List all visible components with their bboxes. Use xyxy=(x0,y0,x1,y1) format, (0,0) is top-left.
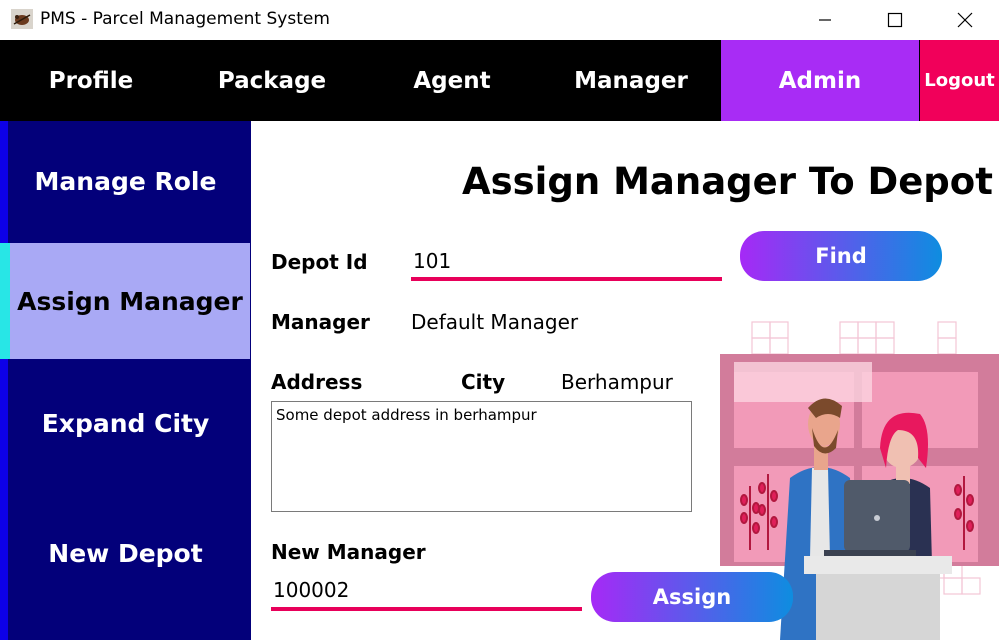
address-label: Address xyxy=(271,370,363,394)
manager-value: Default Manager xyxy=(411,310,579,334)
close-icon xyxy=(957,12,973,28)
assign-button[interactable]: Assign xyxy=(591,572,793,622)
new-manager-label: New Manager xyxy=(271,540,426,564)
maximize-icon xyxy=(887,12,903,28)
close-button[interactable] xyxy=(930,0,999,40)
page-title: Assign Manager To Depot xyxy=(462,160,993,203)
nav-admin[interactable]: Admin xyxy=(721,40,919,121)
nav-agent[interactable]: Agent xyxy=(362,40,542,121)
window-titlebar: PMS - Parcel Management System xyxy=(0,0,999,40)
depot-id-label: Depot Id xyxy=(271,250,368,274)
sidebar-item-assign-manager[interactable]: Assign Manager xyxy=(0,243,250,359)
top-navigation: Profile Package Agent Manager Admin Logo… xyxy=(0,40,999,121)
sidebar-item-expand-city[interactable]: Expand City xyxy=(0,363,251,483)
depot-id-input[interactable] xyxy=(411,244,722,281)
city-label: City xyxy=(461,370,506,394)
manager-label: Manager xyxy=(271,310,370,334)
app-icon xyxy=(11,9,33,29)
minimize-icon xyxy=(819,19,831,21)
nav-manager[interactable]: Manager xyxy=(542,40,720,121)
nav-package[interactable]: Package xyxy=(182,40,362,121)
logout-button[interactable]: Logout xyxy=(920,40,999,121)
find-button[interactable]: Find xyxy=(740,231,942,281)
sidebar-item-new-depot[interactable]: New Depot xyxy=(0,493,251,613)
address-textarea[interactable] xyxy=(271,401,692,512)
minimize-button[interactable] xyxy=(790,0,860,40)
sidebar: Manage Role Assign Manager Expand City N… xyxy=(0,121,251,640)
city-value: Berhampur xyxy=(561,370,673,394)
new-manager-input[interactable] xyxy=(271,572,582,611)
maximize-button[interactable] xyxy=(860,0,930,40)
nav-profile[interactable]: Profile xyxy=(0,40,182,121)
sidebar-item-manage-role[interactable]: Manage Role xyxy=(0,121,251,241)
window-title: PMS - Parcel Management System xyxy=(40,9,330,29)
